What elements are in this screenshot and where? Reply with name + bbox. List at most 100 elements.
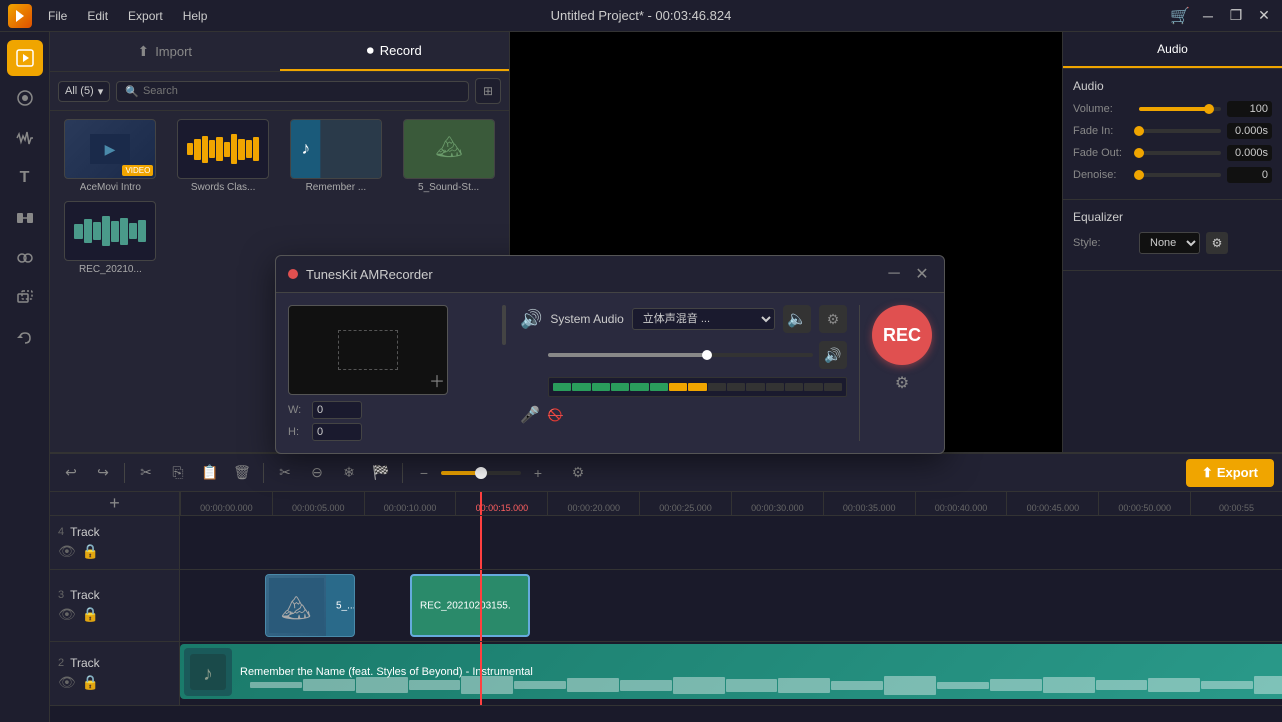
list-item[interactable]: 🏔 5_Sound-St...: [396, 119, 501, 193]
fade-out-slider[interactable]: [1139, 151, 1221, 155]
volume-slider[interactable]: [1139, 107, 1221, 111]
copy-button[interactable]: ⎘: [165, 460, 191, 486]
speaker-output-btn[interactable]: 🔈: [783, 305, 811, 333]
track-lock-btn-3[interactable]: 🔒: [82, 606, 99, 623]
redo-button[interactable]: ↪: [90, 460, 116, 486]
delete-button[interactable]: 🗑: [229, 460, 255, 486]
audio-clip-2[interactable]: ♪ Remember the Name (feat. Styles of Bey…: [180, 644, 1282, 699]
denoise-slider[interactable]: [1139, 173, 1221, 177]
app-logo: [8, 4, 32, 28]
track-lock-btn-4[interactable]: 🔒: [82, 543, 99, 560]
maximize-button[interactable]: ❐: [1226, 6, 1246, 26]
split-button[interactable]: ⊖: [304, 460, 330, 486]
sidebar-text-btn[interactable]: T: [7, 160, 43, 196]
track-content-4[interactable]: [180, 516, 1282, 569]
undo-button[interactable]: ↩: [58, 460, 84, 486]
height-input[interactable]: [312, 423, 362, 441]
record-button[interactable]: REC: [872, 305, 932, 365]
volume-output-btn[interactable]: 🔊: [819, 341, 847, 369]
minimize-button[interactable]: ─: [1198, 6, 1218, 26]
equalizer-title: Equalizer: [1073, 210, 1272, 224]
record-tab[interactable]: ⏺ Record: [280, 32, 510, 71]
fade-out-label: Fade Out:: [1073, 147, 1133, 159]
screen-preview[interactable]: ＋: [288, 305, 448, 395]
cart-icon[interactable]: 🛒: [1170, 6, 1190, 26]
close-button[interactable]: ✕: [1254, 6, 1274, 26]
import-icon: ⬆: [137, 43, 149, 60]
recorder-titlebar: TunesKit AMRecorder ─ ✕: [276, 256, 944, 293]
scissors-button[interactable]: ✂: [272, 460, 298, 486]
add-track-button[interactable]: +: [102, 492, 128, 516]
audio-vol-slider[interactable]: [548, 353, 813, 357]
ruler-mark-11: 00:00:55: [1190, 492, 1282, 515]
track-content-2[interactable]: ♪ Remember the Name (feat. Styles of Bey…: [180, 642, 1282, 705]
ruler-mark-7: 00:00:35.000: [823, 492, 915, 515]
track-content-3[interactable]: 🏔 5_... REC_20210203155.: [180, 570, 1282, 641]
sidebar-transitions-btn[interactable]: [7, 200, 43, 236]
track-lock-btn-2[interactable]: 🔒: [82, 674, 99, 691]
fade-in-label: Fade In:: [1073, 125, 1133, 137]
eq-settings-button[interactable]: ⚙: [1206, 232, 1228, 254]
sidebar-undo-btn[interactable]: [7, 320, 43, 356]
sidebar-audio-wave-btn[interactable]: [7, 120, 43, 156]
paste-button[interactable]: 📋: [197, 460, 223, 486]
filter-select[interactable]: All (5) ▾: [58, 81, 110, 102]
cut-button[interactable]: ✂: [133, 460, 159, 486]
track-visibility-btn-2[interactable]: 👁: [58, 674, 76, 691]
audio-level-bars: [548, 377, 847, 397]
audio-device-select[interactable]: 立体声混音 ...: [632, 308, 775, 330]
grid-view-btn[interactable]: ⊞: [475, 78, 501, 104]
track-visibility-btn-4[interactable]: 👁: [58, 543, 76, 560]
sidebar-effects-btn[interactable]: [7, 240, 43, 276]
list-item[interactable]: REC_20210...: [58, 201, 163, 275]
record-icon: ⏺: [367, 42, 374, 59]
recorder-close-button[interactable]: ✕: [912, 264, 932, 284]
svg-text:♪: ♪: [203, 663, 213, 685]
export-icon: ⬆: [1202, 465, 1213, 481]
settings-audio-btn[interactable]: ⚙: [819, 305, 847, 333]
search-input[interactable]: [143, 85, 460, 97]
fade-in-slider[interactable]: [1139, 129, 1221, 133]
list-item[interactable]: ♪ Remember ...: [284, 119, 389, 193]
ruler-mark-3: 00:00:15.000: [455, 492, 547, 515]
recorder-settings-button[interactable]: ⚙: [895, 373, 909, 393]
recorder-minimize-button[interactable]: ─: [884, 264, 904, 284]
menu-edit[interactable]: Edit: [83, 7, 112, 25]
track-row-3: 3 Track 👁 🔒 🏔 5_... REC_202: [50, 570, 1282, 642]
settings-timeline-btn[interactable]: ⚙: [565, 460, 591, 486]
track-controls-4: 👁 🔒: [58, 543, 171, 560]
recorded-clip-3[interactable]: REC_20210203155.: [410, 574, 530, 637]
fade-in-row: Fade In: 0.000s: [1073, 123, 1272, 139]
video-clip-3[interactable]: 🏔 5_...: [265, 574, 355, 637]
menu-export[interactable]: Export: [124, 7, 167, 25]
freeze-button[interactable]: ❄: [336, 460, 362, 486]
mic-mute-button[interactable]: 🎤: [520, 405, 540, 425]
export-button[interactable]: ⬆ Export: [1186, 459, 1274, 487]
list-item[interactable]: Swords Clas...: [171, 119, 276, 193]
track-name-4: Track: [70, 525, 100, 539]
audio-bar-12: [766, 383, 784, 391]
audio-tab[interactable]: Audio: [1063, 32, 1282, 68]
track-visibility-btn-3[interactable]: 👁: [58, 606, 76, 623]
zoom-track[interactable]: [441, 471, 521, 475]
sidebar-media-btn[interactable]: [7, 40, 43, 76]
audio-bar-4: [611, 383, 629, 391]
equalizer-section: Equalizer Style: None ⚙: [1063, 200, 1282, 271]
ruler-mark-6: 00:00:30.000: [731, 492, 823, 515]
list-item[interactable]: ▶ VIDEO AceMovi Intro: [58, 119, 163, 193]
sidebar-overlay-btn[interactable]: [7, 280, 43, 316]
window-title: Untitled Project* - 00:03:46.824: [551, 8, 732, 23]
resize-handle[interactable]: [500, 305, 508, 345]
zoom-out-button[interactable]: −: [411, 460, 437, 486]
menu-file[interactable]: File: [44, 7, 71, 25]
menu-help[interactable]: Help: [179, 7, 212, 25]
sidebar-filter-btn[interactable]: [7, 80, 43, 116]
media-toolbar: All (5) ▾ 🔍 ⊞: [50, 72, 509, 111]
marker-button[interactable]: 🏁: [368, 460, 394, 486]
width-input[interactable]: [312, 401, 362, 419]
track-header-4: 4 Track 👁 🔒: [50, 516, 180, 569]
screen-add-icon: ＋: [429, 368, 445, 392]
style-select[interactable]: None: [1139, 232, 1200, 254]
zoom-in-button[interactable]: +: [525, 460, 551, 486]
import-tab[interactable]: ⬆ Import: [50, 32, 280, 71]
